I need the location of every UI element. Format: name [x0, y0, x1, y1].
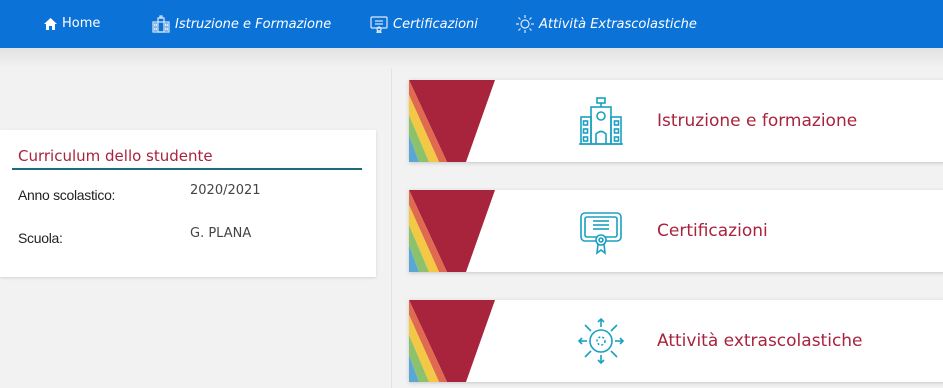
column-divider: [391, 68, 392, 388]
activity-sun-icon: [571, 300, 631, 382]
home-icon: [44, 17, 57, 30]
anno-scolastico-label: Anno scolastico:: [18, 187, 116, 203]
card-certificazioni[interactable]: Certificazioni: [409, 190, 943, 272]
title-underline: [12, 168, 362, 170]
anno-scolastico-value: 2020/2021: [190, 183, 261, 198]
nav-home-label: Home: [62, 16, 101, 31]
scuola-value: G. PLANA: [190, 226, 252, 241]
nav-istruzione-label: Istruzione e Formazione: [175, 16, 332, 32]
top-navbar: Home Istruzione e Formazione Certificazi…: [0, 0, 943, 48]
school-building-icon: [571, 80, 631, 162]
card-istruzione-formazione[interactable]: Istruzione e formazione: [409, 80, 943, 162]
scuola-label: Scuola:: [18, 230, 63, 246]
nav-certificazioni-label: Certificazioni: [393, 16, 478, 32]
nav-certificazioni[interactable]: Certificazioni: [370, 15, 478, 33]
school-building-icon: [152, 15, 170, 33]
color-stripe-decoration: [409, 190, 495, 272]
nav-attivita-extrascolastiche[interactable]: Attività Extrascolastiche: [516, 15, 697, 33]
student-card-title: Curriculum dello studente: [18, 147, 213, 165]
nav-attivita-label: Attività Extrascolastiche: [539, 16, 697, 32]
nav-istruzione-formazione[interactable]: Istruzione e Formazione: [152, 15, 331, 33]
color-stripe-decoration: [409, 300, 495, 382]
activity-sun-icon: [516, 15, 534, 33]
card-attivita-extrascolastiche[interactable]: Attività extrascolastiche: [409, 300, 943, 382]
header-shadow: [0, 48, 943, 68]
color-stripe-decoration: [409, 80, 495, 162]
card-title-certificazioni: Certificazioni: [657, 221, 768, 241]
nav-home[interactable]: Home: [44, 16, 100, 31]
certificate-icon: [370, 16, 388, 33]
card-title-attivita: Attività extrascolastiche: [657, 331, 863, 351]
student-info-card: Curriculum dello studente Anno scolastic…: [0, 130, 376, 277]
card-title-istruzione: Istruzione e formazione: [657, 111, 858, 131]
certificate-icon: [571, 190, 631, 272]
